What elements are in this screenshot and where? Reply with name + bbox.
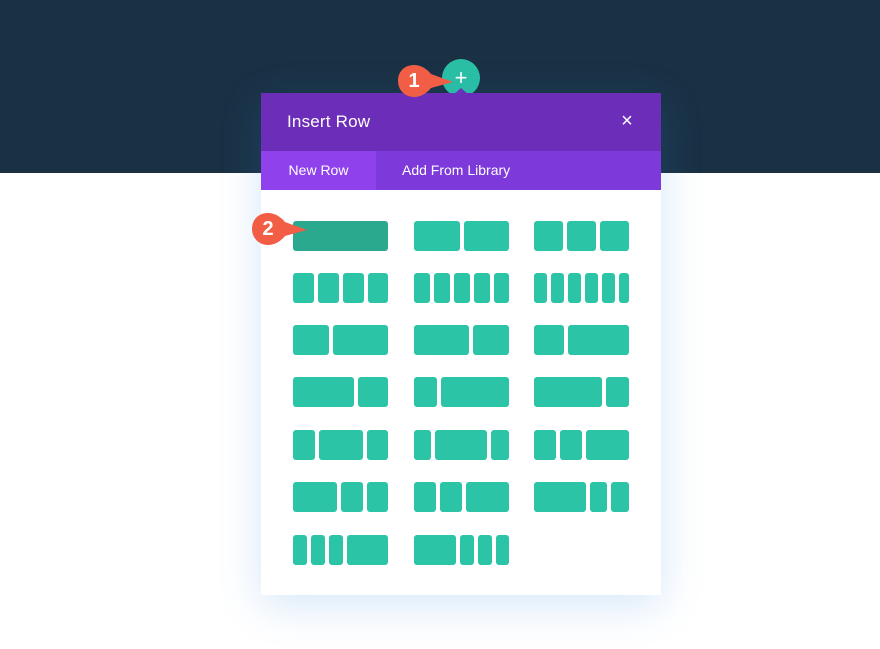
layout-option[interactable] xyxy=(293,273,388,303)
layout-column xyxy=(435,430,487,460)
layout-option[interactable] xyxy=(414,325,509,355)
layout-column xyxy=(460,535,474,565)
layout-column xyxy=(611,482,629,512)
layout-column xyxy=(534,221,563,251)
layout-column xyxy=(319,430,363,460)
layout-column xyxy=(585,273,598,303)
layout-column xyxy=(534,482,586,512)
close-icon[interactable]: × xyxy=(617,110,637,132)
layout-option[interactable] xyxy=(293,482,388,512)
layout-column xyxy=(474,273,490,303)
layout-option[interactable] xyxy=(414,273,509,303)
layout-option[interactable] xyxy=(534,482,629,512)
layout-option[interactable] xyxy=(534,221,629,251)
modal-tabs: New Row Add From Library xyxy=(261,151,661,190)
layout-column xyxy=(343,273,364,303)
layout-column xyxy=(534,430,556,460)
layout-column xyxy=(473,325,509,355)
layout-column xyxy=(568,325,629,355)
layout-column xyxy=(441,377,509,407)
tab-add-from-library[interactable]: Add From Library xyxy=(402,151,542,190)
layout-column xyxy=(347,535,388,565)
layout-option[interactable] xyxy=(414,535,509,565)
layout-column xyxy=(464,221,509,251)
layout-column xyxy=(293,273,314,303)
layout-column xyxy=(414,535,456,565)
layout-column xyxy=(567,221,596,251)
layout-option[interactable] xyxy=(534,273,629,303)
layout-option[interactable] xyxy=(534,325,629,355)
layout-column xyxy=(367,430,388,460)
layout-column xyxy=(414,221,460,251)
builder-canvas: + Insert Row × New Row Add From Library … xyxy=(0,0,880,649)
layout-column xyxy=(494,273,509,303)
layout-option[interactable] xyxy=(414,221,509,251)
layout-column xyxy=(367,482,388,512)
layout-column xyxy=(534,325,564,355)
layout-column xyxy=(293,535,307,565)
step-callout-2: 2 xyxy=(251,212,309,246)
layout-column xyxy=(551,273,564,303)
layout-column xyxy=(590,482,607,512)
layout-column xyxy=(619,273,629,303)
layout-column xyxy=(440,482,462,512)
row-layout-grid xyxy=(261,190,661,595)
layout-column xyxy=(496,535,509,565)
layout-option[interactable] xyxy=(534,430,629,460)
tab-new-row[interactable]: New Row xyxy=(261,151,376,190)
layout-column xyxy=(329,535,343,565)
layout-column xyxy=(568,273,581,303)
layout-column xyxy=(414,430,431,460)
layout-column xyxy=(333,325,388,355)
layout-column xyxy=(454,273,470,303)
layout-column xyxy=(600,221,629,251)
insert-row-modal: Insert Row × New Row Add From Library xyxy=(261,93,661,595)
layout-option[interactable] xyxy=(293,535,388,565)
layout-column xyxy=(534,273,547,303)
layout-column xyxy=(293,325,329,355)
layout-option[interactable] xyxy=(293,430,388,460)
layout-column xyxy=(466,482,509,512)
layout-option[interactable] xyxy=(414,482,509,512)
layout-column xyxy=(434,273,450,303)
layout-column xyxy=(341,482,363,512)
layout-column xyxy=(293,482,337,512)
layout-column xyxy=(368,273,388,303)
layout-option[interactable] xyxy=(534,377,629,407)
step-callout-1: 1 xyxy=(397,64,455,98)
modal-header: Insert Row × xyxy=(261,93,661,151)
layout-column xyxy=(311,535,325,565)
layout-option[interactable] xyxy=(414,430,509,460)
callout-number: 1 xyxy=(408,70,420,92)
layout-column xyxy=(414,325,469,355)
layout-column xyxy=(478,535,492,565)
layout-column xyxy=(602,273,615,303)
layout-column xyxy=(586,430,629,460)
layout-column xyxy=(606,377,629,407)
layout-column xyxy=(560,430,582,460)
layout-column xyxy=(293,430,315,460)
layout-column xyxy=(293,377,354,407)
layout-column xyxy=(414,273,430,303)
layout-column xyxy=(318,273,339,303)
layout-column xyxy=(358,377,388,407)
modal-title: Insert Row xyxy=(287,112,371,131)
layout-column xyxy=(414,377,437,407)
layout-column xyxy=(534,377,602,407)
layout-option[interactable] xyxy=(414,377,509,407)
plus-icon: + xyxy=(454,65,468,90)
layout-option[interactable] xyxy=(293,377,388,407)
layout-column xyxy=(491,430,509,460)
layout-column xyxy=(414,482,436,512)
callout-number: 2 xyxy=(262,218,274,240)
layout-option[interactable] xyxy=(293,325,388,355)
